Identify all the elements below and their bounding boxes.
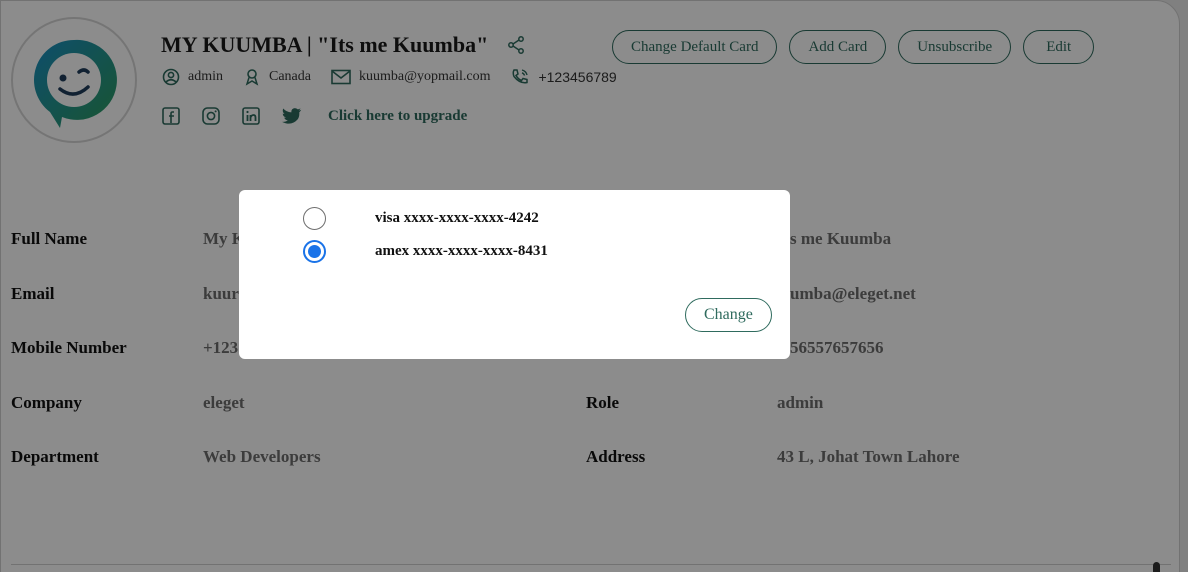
radio-amex[interactable] (303, 240, 326, 263)
change-button[interactable]: Change (685, 298, 772, 332)
card-option-label: visa xxxx-xxxx-xxxx-4242 (375, 210, 539, 226)
card-option-visa[interactable]: visa xxxx-xxxx-xxxx-4242 (303, 207, 539, 230)
card-option-label: amex xxxx-xxxx-xxxx-8431 (375, 243, 548, 259)
card-option-amex[interactable]: amex xxxx-xxxx-xxxx-8431 (303, 240, 548, 263)
change-card-modal: visa xxxx-xxxx-xxxx-4242 amex xxxx-xxxx-… (239, 190, 790, 359)
radio-visa[interactable] (303, 207, 326, 230)
